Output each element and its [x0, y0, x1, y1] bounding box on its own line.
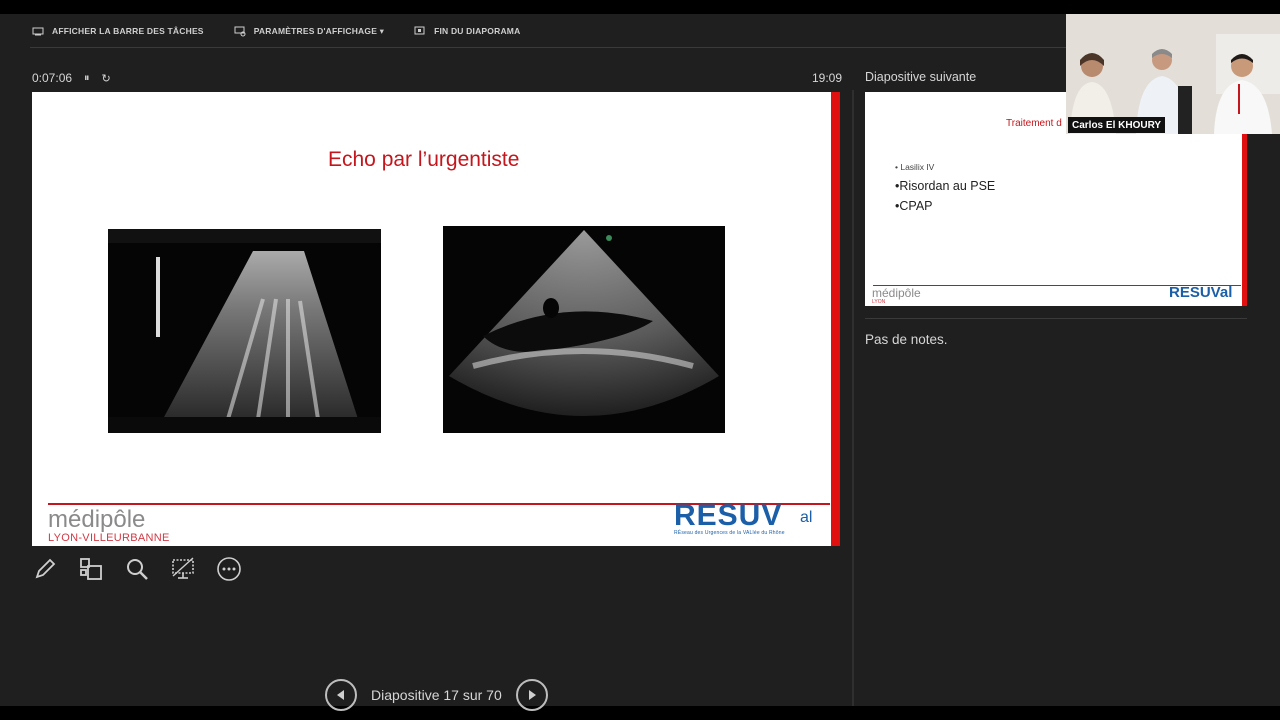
elapsed-time: 0:07:06 [32, 71, 73, 85]
display-settings-icon [234, 26, 246, 37]
next-icon [528, 690, 536, 700]
prev-icon [337, 690, 344, 700]
resuval-logo: RESUV al RÉseau des Urgences de la VALlé… [674, 499, 829, 539]
notes-divider [865, 318, 1247, 319]
cardiac-ultrasound-image [443, 226, 725, 433]
next-slide-resuval-logo: RESUVal [1169, 284, 1233, 301]
next-slide-button[interactable] [515, 679, 548, 711]
panel-divider[interactable] [852, 90, 854, 706]
slide-navigation: Diapositive 17 sur 70 [325, 679, 548, 711]
participant-video[interactable]: Carlos El KHOURY [1066, 14, 1280, 134]
zoom-icon [127, 559, 148, 580]
display-settings-label: PARAMÈTRES D'AFFICHAGE ▾ [253, 25, 385, 36]
see-all-slides-button[interactable] [78, 556, 104, 582]
participant-name: Carlos El KHOURY [1068, 117, 1166, 133]
presenter-toolbar: AFFICHER LA BARRE DES TÂCHES PARAMÈTRES … [0, 14, 1066, 48]
show-taskbar-button[interactable]: AFFICHER LA BARRE DES TÂCHES [32, 25, 204, 37]
resuval-logo-text: RESUV [674, 499, 783, 532]
medipole-logo-text: médipôle [48, 506, 146, 533]
show-taskbar-label: AFFICHER LA BARRE DES TÂCHES [52, 26, 204, 36]
lung-ultrasound-image [108, 229, 381, 433]
end-slideshow-button[interactable]: FIN DU DIAPORAMA [414, 25, 520, 37]
taskbar-icon [32, 27, 44, 36]
reset-timer-button[interactable]: ↻ [102, 72, 111, 85]
video-feed [1066, 14, 1280, 134]
next-slide-bullet: •CPAP [895, 199, 933, 213]
slide-red-bar [831, 92, 840, 546]
resuval-logo-suffix: al [800, 509, 813, 526]
end-slideshow-label: FIN DU DIAPORAMA [434, 26, 521, 36]
next-slide-bullet: •Risordan au PSE [895, 179, 996, 193]
slides-grid-icon [80, 558, 102, 580]
next-slide-title: Traitement d [1006, 118, 1062, 129]
next-slide-label: Diapositive suivante [865, 70, 977, 84]
more-options-icon [217, 557, 241, 581]
medipole-logo-sub: LYON-VILLEURBANNE [48, 532, 170, 544]
pen-tool-button[interactable] [32, 556, 58, 582]
medipole-logo: médipôle LYON-VILLEURBANNE [48, 500, 178, 546]
pen-icon [35, 558, 56, 579]
next-slide-medipole-sub: LYON [872, 299, 886, 305]
previous-slide-button[interactable] [325, 679, 357, 711]
presenter-tools [32, 556, 242, 582]
end-show-icon [414, 26, 425, 35]
zoom-button[interactable] [124, 556, 150, 582]
next-slide-medipole-logo: médipôle [872, 286, 921, 300]
pause-timer-button[interactable]: ⏸ [84, 72, 90, 85]
resuval-logo-sub: RÉseau des Urgences de la VALlée du Rhôn… [674, 530, 785, 536]
current-clock: 19:09 [811, 71, 842, 85]
display-settings-button[interactable]: PARAMÈTRES D'AFFICHAGE ▾ [234, 25, 384, 37]
more-options-button[interactable] [216, 556, 242, 582]
slide-counter: Diapositive 17 sur 70 [371, 687, 502, 703]
current-slide[interactable]: Echo par l’urgentiste médipôle LYON-VILL… [32, 92, 840, 546]
black-screen-button[interactable] [170, 556, 196, 582]
next-slide-bullet: • Lasilix IV [895, 162, 935, 172]
speaker-notes[interactable]: Pas de notes. [865, 332, 948, 347]
screen-black-icon [172, 557, 194, 579]
timer-bar: 0:07:06 ⏸ ↻ 19:09 [32, 70, 842, 86]
slide-title: Echo par l’urgentiste [328, 148, 520, 171]
